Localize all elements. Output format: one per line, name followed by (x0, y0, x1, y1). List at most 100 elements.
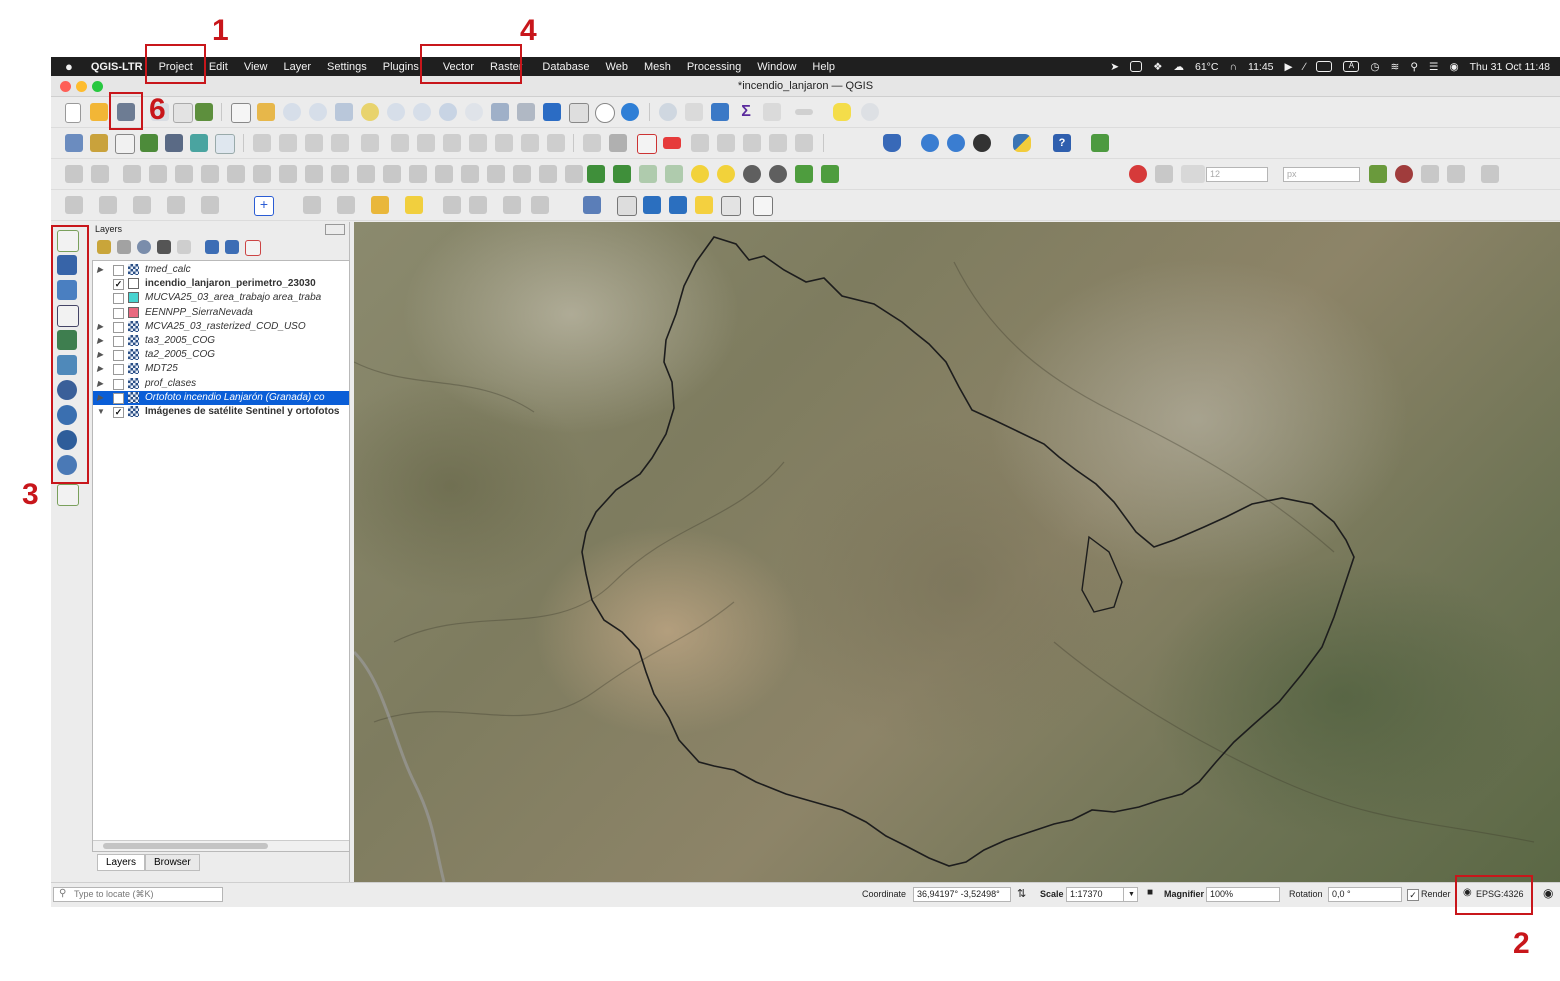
select-vertices-icon[interactable] (503, 196, 521, 214)
add-vector-layer-icon[interactable] (57, 230, 79, 252)
zoom-next-icon[interactable] (465, 103, 483, 121)
magnifier-field[interactable]: 100% (1206, 887, 1280, 902)
tab-layers[interactable]: Layers (97, 854, 146, 871)
label-tool-icon[interactable] (583, 134, 601, 152)
database-icon[interactable] (883, 134, 901, 152)
reverse-line-icon[interactable] (539, 165, 557, 183)
unpin-labels-icon[interactable] (795, 134, 813, 152)
layer-visibility-checkbox[interactable] (113, 392, 124, 404)
open-project-icon[interactable] (90, 103, 108, 121)
layer-labeling-options-icon[interactable] (637, 134, 657, 154)
copy-features-icon[interactable] (469, 134, 487, 152)
menu-project[interactable]: Project (151, 61, 201, 73)
map-tips-icon[interactable] (833, 103, 851, 121)
polygon-annotation-icon[interactable] (643, 196, 661, 214)
offset-curve-icon[interactable] (357, 165, 375, 183)
split-features-icon[interactable] (383, 165, 401, 183)
attribute-form-icon[interactable] (337, 196, 355, 214)
menu-web[interactable]: Web (598, 61, 636, 73)
layer-row[interactable]: ▶ tmed_calc (93, 263, 349, 277)
field-calculator-icon[interactable] (711, 103, 729, 121)
pin-labels-icon[interactable] (609, 134, 627, 152)
rotate-label-icon[interactable] (717, 134, 735, 152)
snapping-toggle-icon[interactable] (1129, 165, 1147, 183)
crs-button[interactable]: EPSG:4326 (1476, 887, 1524, 902)
expand-arrow-icon[interactable]: ▶ (97, 263, 103, 277)
expand-arrow-icon[interactable]: ▶ (97, 334, 103, 348)
paste-features-icon[interactable] (495, 134, 513, 152)
snapping-vertex-icon[interactable] (821, 165, 839, 183)
layer-row[interactable]: ▼ ✓ Imágenes de satélite Sentinel y ortofo… (93, 405, 349, 419)
deselect-icon[interactable] (201, 196, 219, 214)
layer-row[interactable]: ▶ Ortofoto incendio Lanjarón (Granada) co (93, 390, 349, 405)
zoom-last-icon[interactable] (439, 103, 457, 121)
fill-ring-icon[interactable] (253, 165, 271, 183)
select-location-icon[interactable] (167, 196, 185, 214)
menu-mesh[interactable]: Mesh (636, 61, 679, 73)
add-ring-icon[interactable] (201, 165, 219, 183)
geometry-checker-icon[interactable] (743, 165, 761, 183)
identify-features-icon[interactable] (659, 103, 677, 121)
current-edits-icon[interactable] (279, 134, 297, 152)
manage-map-themes-icon[interactable] (137, 240, 151, 254)
refresh-icon[interactable] (621, 103, 639, 121)
location-icon[interactable]: ➤ (1110, 61, 1119, 73)
scrollbar-thumb[interactable] (103, 843, 268, 849)
snapping-avoid-icon[interactable] (1481, 165, 1499, 183)
new-3d-map-view-icon[interactable] (517, 103, 535, 121)
edit-attributes-icon[interactable] (443, 196, 461, 214)
layer-visibility-checkbox[interactable]: ✓ (113, 279, 124, 291)
bluetooth-off-icon[interactable]: ∕ (1304, 61, 1306, 73)
close-window-button[interactable] (60, 81, 71, 92)
new-mesh-layer-icon[interactable] (215, 134, 235, 154)
save-project-icon[interactable] (117, 103, 135, 121)
zoom-to-selection-icon[interactable] (361, 103, 379, 121)
zoom-window-button[interactable] (92, 81, 103, 92)
layer-visibility-checkbox[interactable]: ✓ (113, 407, 124, 418)
app-menu[interactable]: QGIS-LTR (83, 61, 151, 73)
expand-arrow-icon[interactable]: ▶ (97, 391, 103, 405)
layer-row[interactable]: ▶ ta3_2005_COG (93, 334, 349, 348)
highlight-tool-2-icon[interactable] (717, 165, 735, 183)
modify-attributes-icon[interactable] (391, 134, 409, 152)
expand-arrow-icon[interactable]: ▶ (97, 377, 103, 391)
menu-help[interactable]: Help (804, 61, 843, 73)
layer-row[interactable]: ▶ MCVA25_03_rasterized_COD_USO (93, 320, 349, 334)
layer-row[interactable]: ▶ prof_clases (93, 377, 349, 391)
select-all-icon[interactable] (133, 196, 151, 214)
remove-layer-icon[interactable] (245, 240, 261, 256)
merge-features-icon[interactable] (435, 165, 453, 183)
snapping-tolerance-input[interactable]: 12 (1206, 167, 1268, 182)
add-mesh-layer-icon[interactable] (57, 280, 77, 300)
menu-vector[interactable]: Vector (435, 61, 482, 73)
toggle-editing-icon[interactable] (253, 134, 271, 152)
pan-to-selection-icon[interactable] (257, 103, 275, 121)
menu-edit[interactable]: Edit (201, 61, 236, 73)
new-map-view-icon[interactable] (491, 103, 509, 121)
add-wfs-layer-icon[interactable] (57, 430, 77, 450)
time-machine-icon[interactable]: ◷ (1370, 61, 1379, 73)
locator-search-icon[interactable] (861, 103, 879, 121)
wifi-icon[interactable]: ≋ (1391, 61, 1400, 73)
expand-arrow-icon[interactable]: ▶ (97, 362, 103, 376)
add-wcs-layer-icon[interactable] (57, 455, 77, 475)
horizontal-scrollbar[interactable] (93, 840, 349, 851)
sentinel-tool-1-icon[interactable] (587, 165, 605, 183)
measure-line-icon[interactable] (795, 109, 813, 115)
timer-readout[interactable]: 11:45 (1248, 61, 1274, 73)
vertex-tool-icon[interactable] (361, 134, 379, 152)
sentinel-tool-2-icon[interactable] (613, 165, 631, 183)
new-virtual-layer-icon[interactable] (190, 134, 208, 152)
layer-visibility-checkbox[interactable] (113, 293, 124, 305)
filter-legend-icon[interactable] (157, 240, 171, 254)
snapping-tracing-icon[interactable] (1447, 165, 1465, 183)
render-checkbox[interactable]: ✓ (1407, 889, 1419, 901)
select-annotation-icon[interactable] (617, 196, 637, 216)
delete-selected-icon[interactable] (417, 134, 435, 152)
help-contents-icon[interactable]: ? (1053, 134, 1071, 152)
deselect-all-layers-icon[interactable] (371, 196, 389, 214)
layer-visibility-checkbox[interactable] (113, 350, 124, 362)
select-by-value-icon[interactable] (99, 196, 117, 214)
expand-arrow-icon[interactable]: ▶ (97, 348, 103, 362)
temperature-readout[interactable]: 61°C (1195, 61, 1218, 73)
